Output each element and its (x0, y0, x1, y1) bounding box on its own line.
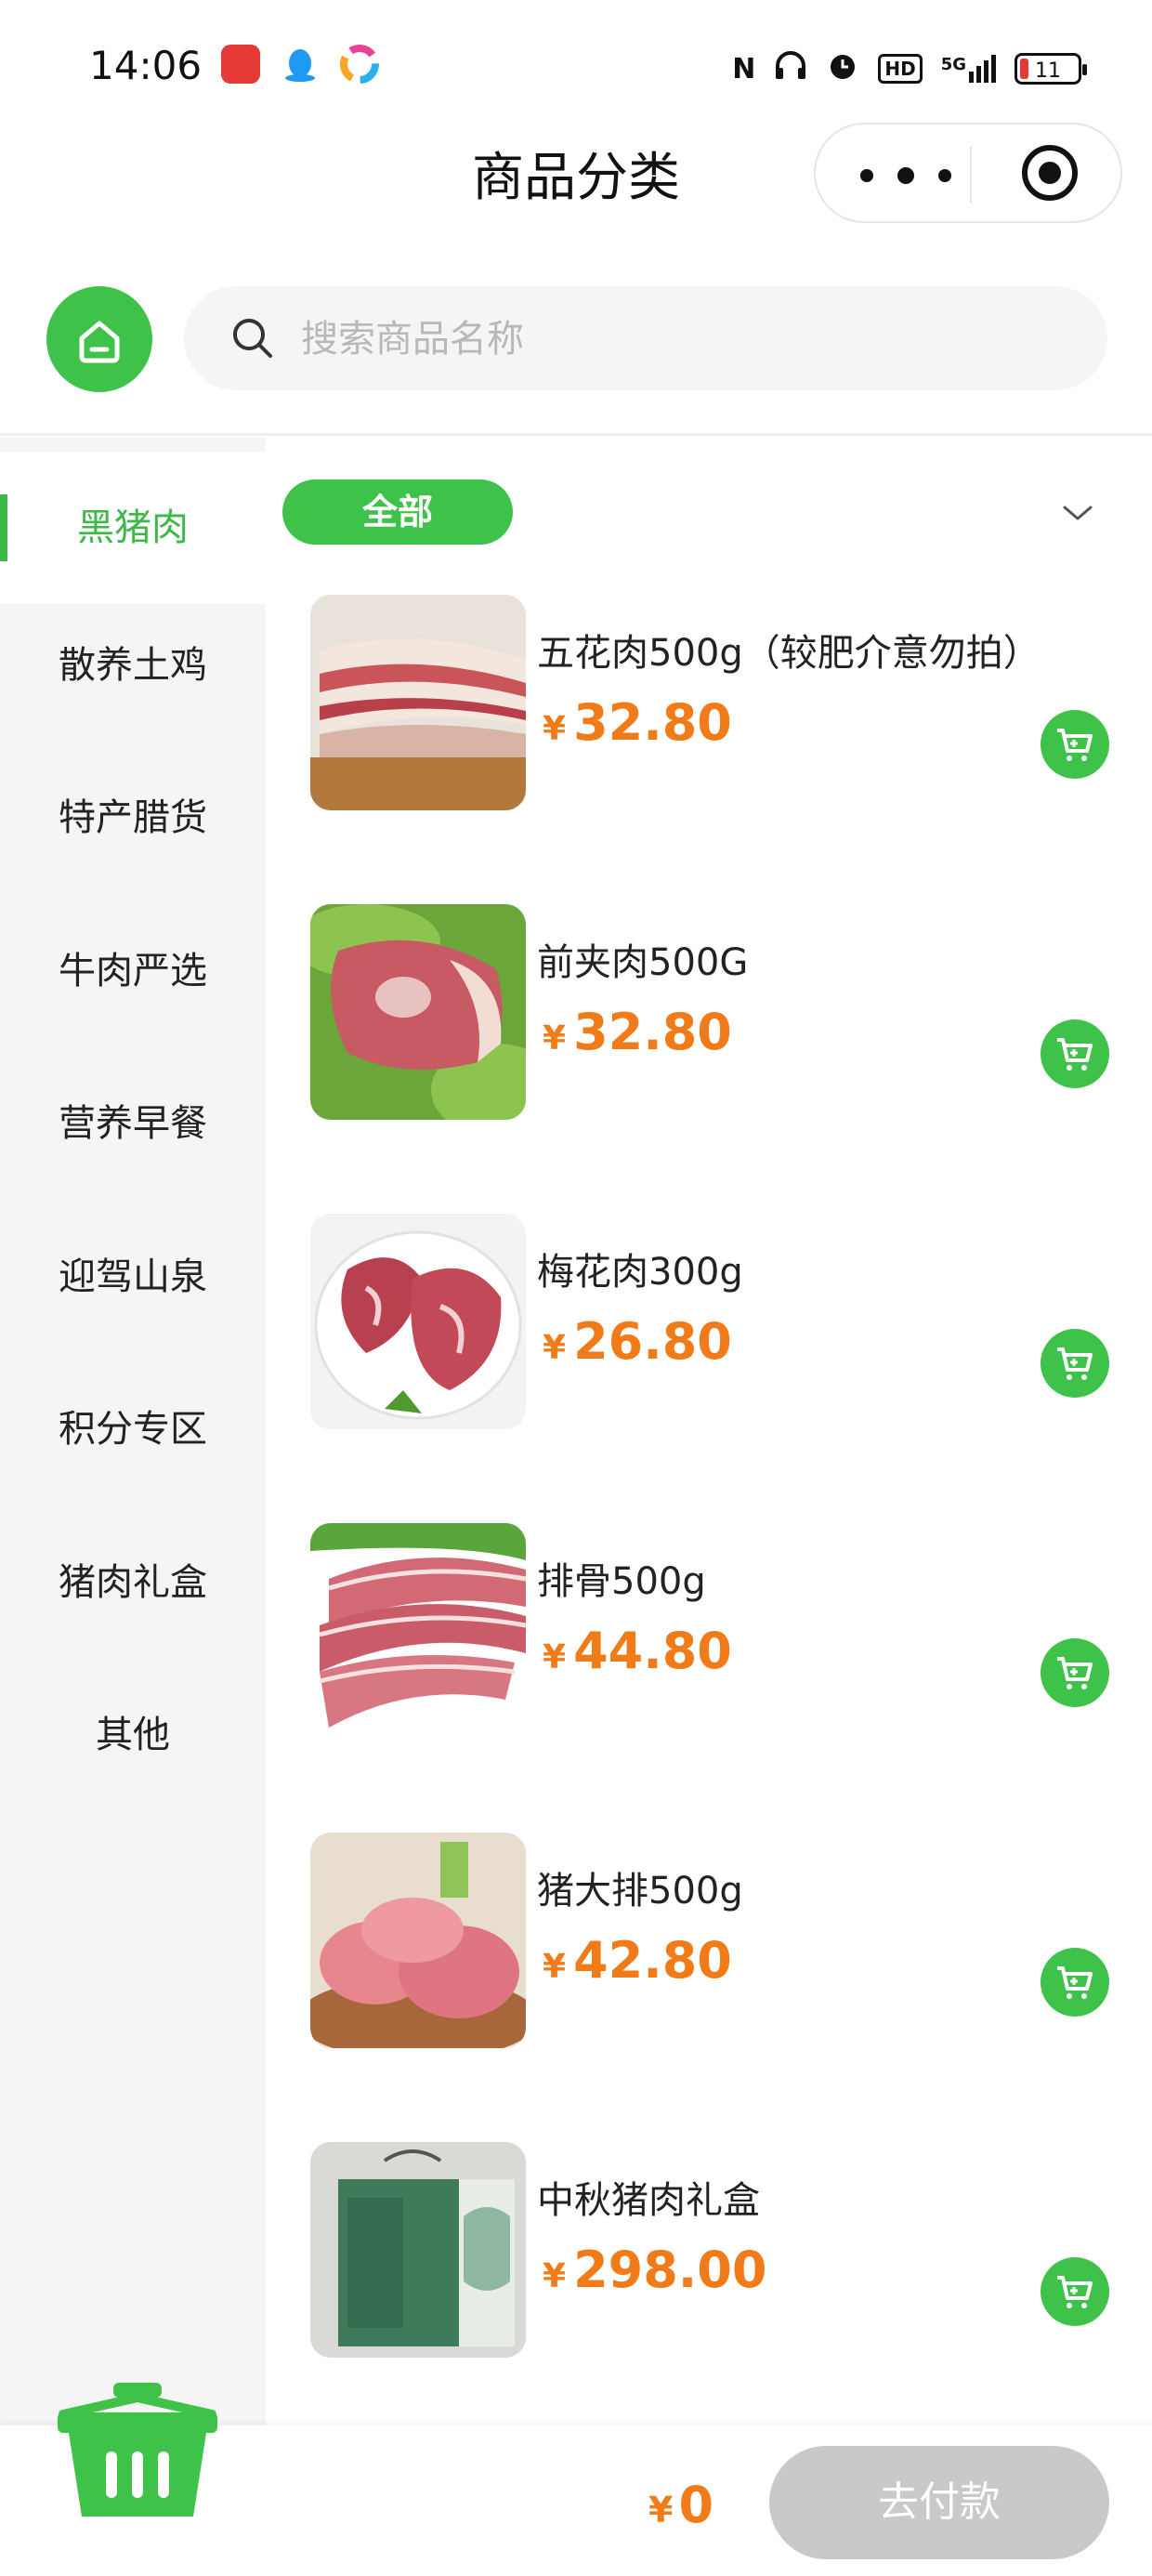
category-sidebar: 黑猪肉 散养土鸡 特产腊货 牛肉严选 营养早餐 迎驾山泉 积分专区 猪肉礼盒 其… (0, 437, 266, 2425)
close-target-icon[interactable] (1022, 145, 1078, 201)
search-icon (233, 319, 272, 358)
product-item[interactable]: 梅花肉300g ¥26.80 (308, 1214, 1126, 1437)
more-icon[interactable] (860, 158, 962, 191)
product-price: ¥42.80 (543, 1931, 732, 1990)
cart-icon (1057, 2276, 1093, 2308)
battery-level: 11 (1035, 59, 1061, 83)
product-item[interactable]: 排骨500g ¥44.80 (308, 1523, 1126, 1746)
home-button[interactable] (46, 286, 152, 392)
product-name: 梅花肉300g (537, 1251, 743, 1294)
product-price: ¥32.80 (543, 693, 732, 752)
headphones-icon (774, 49, 807, 88)
sidebar-item-points[interactable]: 积分专区 (0, 1353, 266, 1505)
product-price: ¥44.80 (543, 1622, 732, 1680)
sidebar-item-breakfast[interactable]: 营养早餐 (0, 1047, 266, 1200)
product-name: 五花肉500g（较肥介意勿拍） (537, 632, 1041, 675)
product-item[interactable]: 中秋猪肉礼盒 ¥298.00 (308, 2142, 1126, 2365)
product-image (310, 595, 526, 810)
product-image (310, 2142, 526, 2358)
product-image (310, 1523, 526, 1739)
header-divider (0, 433, 1152, 436)
add-to-cart-button[interactable] (1041, 1638, 1109, 1707)
network-type: 5G (940, 55, 966, 74)
product-price: ¥26.80 (543, 1312, 732, 1371)
status-time: 14:06 (89, 43, 203, 88)
add-to-cart-button[interactable] (1041, 2257, 1109, 2326)
signal-icon: 5G (941, 55, 996, 83)
cart-total: ¥0 (648, 2476, 714, 2534)
product-image (310, 904, 526, 1120)
capsule-divider (970, 147, 972, 203)
add-to-cart-button[interactable] (1041, 1329, 1109, 1398)
checkout-button[interactable]: 去付款 (769, 2446, 1109, 2559)
hd-badge: HD (878, 54, 923, 84)
product-item[interactable]: 五花肉500g（较肥介意勿拍） ¥32.80 (308, 595, 1126, 818)
product-item[interactable]: 猪大排500g ¥42.80 (308, 1833, 1126, 2056)
cart-icon (1057, 1966, 1093, 1999)
sidebar-item-other[interactable]: 其他 (0, 1659, 266, 1811)
search-bar[interactable] (184, 286, 1107, 390)
cart-icon (1057, 1038, 1093, 1071)
product-image (310, 1833, 526, 2048)
status-bar: 14:06 N HD 5G 11 (0, 0, 1152, 139)
product-name: 猪大排500g (537, 1870, 743, 1912)
product-item[interactable]: 前夹肉500G ¥32.80 (308, 904, 1126, 1127)
tab-all[interactable]: 全部 (282, 480, 513, 545)
home-icon (79, 321, 120, 363)
sidebar-item-pork-gift-box[interactable]: 猪肉礼盒 (0, 1506, 266, 1659)
add-to-cart-button[interactable] (1041, 710, 1109, 779)
product-image (310, 1214, 526, 1429)
system-icons: N HD 5G 11 (732, 48, 1087, 89)
alarm-icon (826, 48, 859, 89)
cart-icon (1057, 1347, 1093, 1380)
add-to-cart-button[interactable] (1041, 1948, 1109, 2017)
qq-icon (281, 45, 320, 84)
product-price: ¥32.80 (543, 1003, 732, 1061)
sidebar-item-beef[interactable]: 牛肉严选 (0, 895, 266, 1047)
search-input[interactable] (299, 310, 1065, 368)
cart-icon (1057, 729, 1093, 761)
sidebar-item-spring-water[interactable]: 迎驾山泉 (0, 1201, 266, 1353)
product-price: ¥298.00 (543, 2241, 767, 2299)
nfc-icon: N (732, 52, 756, 85)
cart-icon (1057, 1657, 1093, 1689)
notification-icons (221, 45, 379, 84)
add-to-cart-button[interactable] (1041, 1019, 1109, 1088)
app-notification-icon (221, 45, 260, 84)
shopping-basket-icon[interactable] (56, 2379, 219, 2524)
mini-program-capsule (814, 123, 1122, 223)
sidebar-item-cured-specialties[interactable]: 特产腊货 (0, 742, 266, 894)
app-swirl-icon (340, 45, 379, 84)
product-name: 前夹肉500G (537, 941, 749, 984)
product-name: 排骨500g (537, 1560, 706, 1603)
product-name: 中秋猪肉礼盒 (537, 2179, 760, 2222)
sidebar-item-black-pork[interactable]: 黑猪肉 (0, 452, 266, 604)
sidebar-item-free-range-chicken[interactable]: 散养土鸡 (0, 589, 266, 742)
chevron-down-icon[interactable] (1059, 500, 1096, 526)
battery-icon: 11 (1015, 53, 1087, 85)
